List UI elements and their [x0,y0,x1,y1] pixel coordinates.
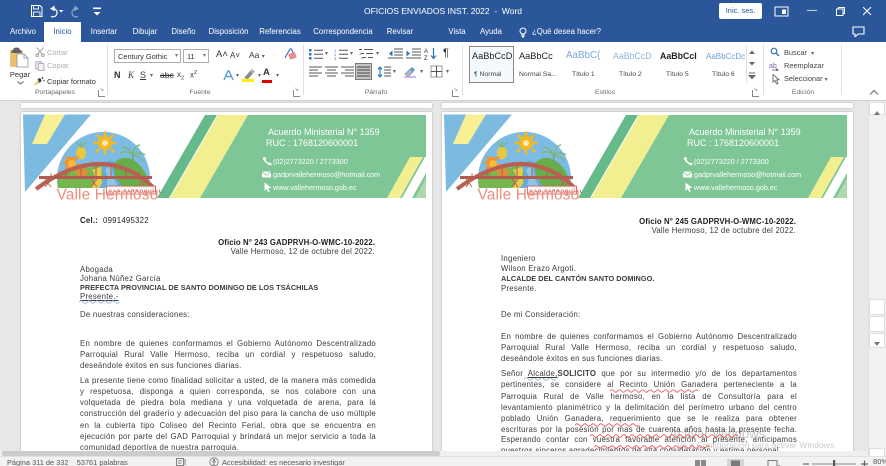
svg-text:gadprvallehermoso@hotmail.com: gadprvallehermoso@hotmail.com [273,170,380,179]
svg-text:Acuerdo Ministerial N° 1359: Acuerdo Ministerial N° 1359 [268,127,380,137]
svg-text:3: 3 [334,56,337,60]
svg-text:A: A [424,49,428,55]
svg-text:RUC : 1768120600001: RUC : 1768120600001 [266,138,358,148]
svg-text:(02)2773220 / 2773300: (02)2773220 / 2773300 [273,157,348,166]
svg-text:Valle Hermoso: Valle Hermoso [57,186,159,203]
svg-text:ab: ab [769,63,777,70]
svg-text:Z: Z [424,56,428,61]
svg-text:www.vallehermoso.gob.ec: www.vallehermoso.gob.ec [272,183,357,192]
